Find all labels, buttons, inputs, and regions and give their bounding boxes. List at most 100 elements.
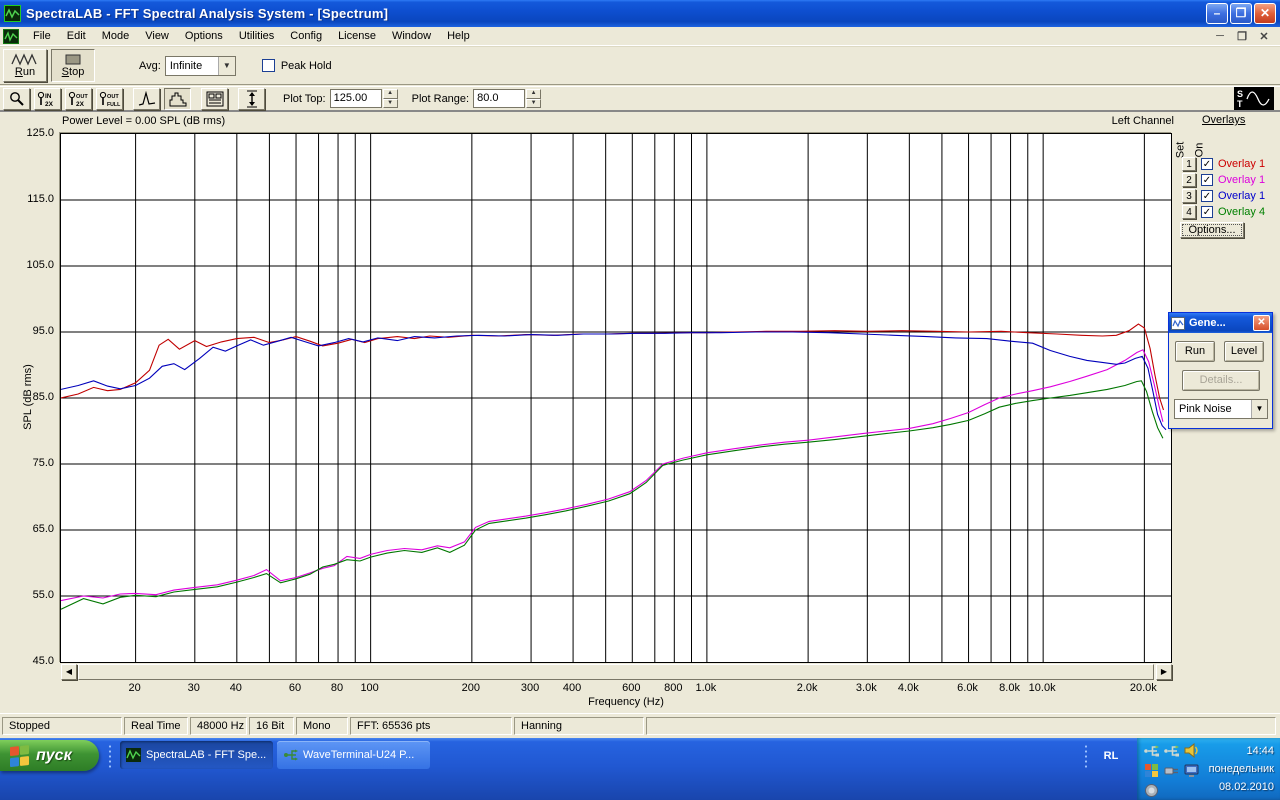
bars-icon <box>169 91 187 107</box>
menu-item-utilities[interactable]: Utilities <box>231 28 282 44</box>
generator-title: Gene... <box>1189 317 1253 329</box>
line-display-button[interactable] <box>133 88 160 110</box>
security-icon[interactable] <box>1143 782 1160 799</box>
plot-range-spinbox[interactable]: 80.0 ▲▼ <box>473 89 541 108</box>
restore-button[interactable]: ❐ <box>1230 3 1252 24</box>
menu-item-file[interactable]: File <box>25 28 59 44</box>
scroll-left-arrow[interactable]: ◀ <box>61 664 77 680</box>
close-button[interactable]: ✕ <box>1254 3 1276 24</box>
chevron-down-icon[interactable]: ▼ <box>1251 400 1267 418</box>
windows-update-icon[interactable] <box>1143 762 1160 779</box>
menu-item-config[interactable]: Config <box>282 28 330 44</box>
zoom-button[interactable] <box>3 88 30 110</box>
plot-range-spinner[interactable]: ▲▼ <box>526 89 541 108</box>
mdi-minimize-button[interactable]: ─ <box>1212 30 1228 43</box>
svg-text:OUT: OUT <box>107 94 119 100</box>
overlay-row: 4✓Overlay 4 <box>1182 204 1265 220</box>
usb-icon[interactable] <box>1163 742 1180 759</box>
overlays-options-button[interactable]: Options... <box>1180 222 1244 238</box>
display-config-button[interactable] <box>201 88 228 110</box>
plot-top-spinbox[interactable]: 125.00 ▲▼ <box>330 89 398 108</box>
overlay-set-button-4[interactable]: 4 <box>1182 205 1196 219</box>
avg-combobox[interactable]: Infinite ▼ <box>165 56 236 76</box>
taskbar-task-spectralab[interactable]: SpectraLAB - FFT Spe... <box>120 741 273 769</box>
x-tick-label: 300 <box>508 682 552 694</box>
task-label: WaveTerminal-U24 P... <box>303 749 414 761</box>
plot-top-spinner[interactable]: ▲▼ <box>383 89 398 108</box>
menu-item-edit[interactable]: Edit <box>59 28 94 44</box>
overlays-panel: Overlays Set On 1✓Overlay 12✓Overlay 13✓… <box>1180 114 1280 126</box>
overlay-checkbox-3[interactable]: ✓ <box>1201 190 1213 202</box>
run-button[interactable]: Run <box>3 49 47 82</box>
overlay-checkbox-4[interactable]: ✓ <box>1201 206 1213 218</box>
overlay-set-button-2[interactable]: 2 <box>1182 173 1196 187</box>
taskbar-task-waveterminal[interactable]: WaveTerminal-U24 P... <box>277 741 430 769</box>
taskbar-grip[interactable] <box>108 744 112 768</box>
start-button[interactable]: пуск <box>0 740 99 771</box>
svg-text:OUT: OUT <box>76 94 88 100</box>
spectrum-plot[interactable] <box>60 133 1172 663</box>
chevron-down-icon[interactable]: ▼ <box>218 57 235 75</box>
scroll-right-arrow[interactable]: ▶ <box>1156 664 1172 680</box>
x-tick-label: 2.0k <box>785 682 829 694</box>
language-indicator[interactable]: RL <box>1094 746 1128 766</box>
clock: 14:44 понедельник 08.02.2010 <box>1209 742 1274 796</box>
overlay-checkbox-1[interactable]: ✓ <box>1201 158 1213 170</box>
autoscale-button[interactable] <box>238 88 265 110</box>
menu-item-view[interactable]: View <box>137 28 177 44</box>
plot-hscrollbar[interactable]: ◀ ▶ <box>61 664 1172 680</box>
plot-range-value[interactable]: 80.0 <box>473 89 525 108</box>
plot-range-label: Plot Range: <box>412 93 469 105</box>
clock-date: 08.02.2010 <box>1209 778 1274 796</box>
zoom-out-2x-icon: OUT2X <box>68 90 90 108</box>
generator-title-bar[interactable]: Gene... ✕ <box>1169 313 1272 333</box>
generator-signal-combobox[interactable]: Pink Noise ▼ <box>1174 399 1268 419</box>
x-axis-title: Frequency (Hz) <box>556 696 696 708</box>
spectrum-curve-2 <box>61 350 1163 601</box>
display-toolbar: IN2X OUT2X OUTFULL Plot Top: 125.00 ▲▼ P… <box>0 86 1280 112</box>
mdi-restore-button[interactable]: ❐ <box>1234 30 1250 43</box>
stop-button[interactable]: Stop <box>51 49 95 82</box>
generator-run-button[interactable]: Run <box>1175 341 1215 362</box>
zoom-in-2x-button[interactable]: IN2X <box>34 88 61 110</box>
x-tick-label: 200 <box>449 682 493 694</box>
spectrum-curve-4 <box>61 381 1163 609</box>
display-icon[interactable] <box>1183 762 1200 779</box>
x-tick-label: 60 <box>273 682 317 694</box>
plug-icon[interactable] <box>1163 762 1180 779</box>
mdi-child-icon[interactable] <box>3 29 19 44</box>
scrollbar-thumb[interactable] <box>78 664 1154 680</box>
plot-top-value[interactable]: 125.00 <box>330 89 382 108</box>
vertical-arrows-icon <box>245 90 259 108</box>
status-bar: StoppedReal Time48000 Hz16 BitMonoFFT: 6… <box>0 713 1280 738</box>
mdi-close-button[interactable]: ✕ <box>1256 30 1272 43</box>
peak-hold-checkbox[interactable] <box>262 59 275 72</box>
menu-item-options[interactable]: Options <box>177 28 231 44</box>
zoom-out-full-button[interactable]: OUTFULL <box>96 88 123 110</box>
menu-item-window[interactable]: Window <box>384 28 439 44</box>
menu-bar: FileEditModeViewOptionsUtilitiesConfigLi… <box>0 27 1280 46</box>
menu-item-license[interactable]: License <box>330 28 384 44</box>
plot-top-label: Plot Top: <box>283 93 326 105</box>
zoom-out-2x-button[interactable]: OUT2X <box>65 88 92 110</box>
taskbar-grip[interactable] <box>1084 744 1088 768</box>
soundtech-logo: ST <box>1234 87 1274 110</box>
minimize-button[interactable]: – <box>1206 3 1228 24</box>
speaker-icon[interactable] <box>1183 742 1200 759</box>
overlay-set-button-1[interactable]: 1 <box>1182 157 1196 171</box>
menu-item-help[interactable]: Help <box>439 28 478 44</box>
generator-close-icon[interactable]: ✕ <box>1253 315 1270 331</box>
bar-display-button[interactable] <box>164 88 191 110</box>
overlay-checkbox-2[interactable]: ✓ <box>1201 174 1213 186</box>
stop-button-label: Stop <box>62 66 85 78</box>
menu-item-mode[interactable]: Mode <box>94 28 138 44</box>
avg-value: Infinite <box>166 60 218 72</box>
windows-flag-icon <box>10 744 30 766</box>
run-button-label: Run <box>15 66 35 78</box>
usb-icon[interactable] <box>1143 742 1160 759</box>
channel-label: Left Channel <box>1112 115 1174 127</box>
overlay-set-button-3[interactable]: 3 <box>1182 189 1196 203</box>
generator-details-button[interactable]: Details... <box>1182 370 1260 391</box>
transport-toolbar: Run Stop Avg: Infinite ▼ Peak Hold <box>0 46 1280 85</box>
generator-level-button[interactable]: Level <box>1224 341 1264 362</box>
